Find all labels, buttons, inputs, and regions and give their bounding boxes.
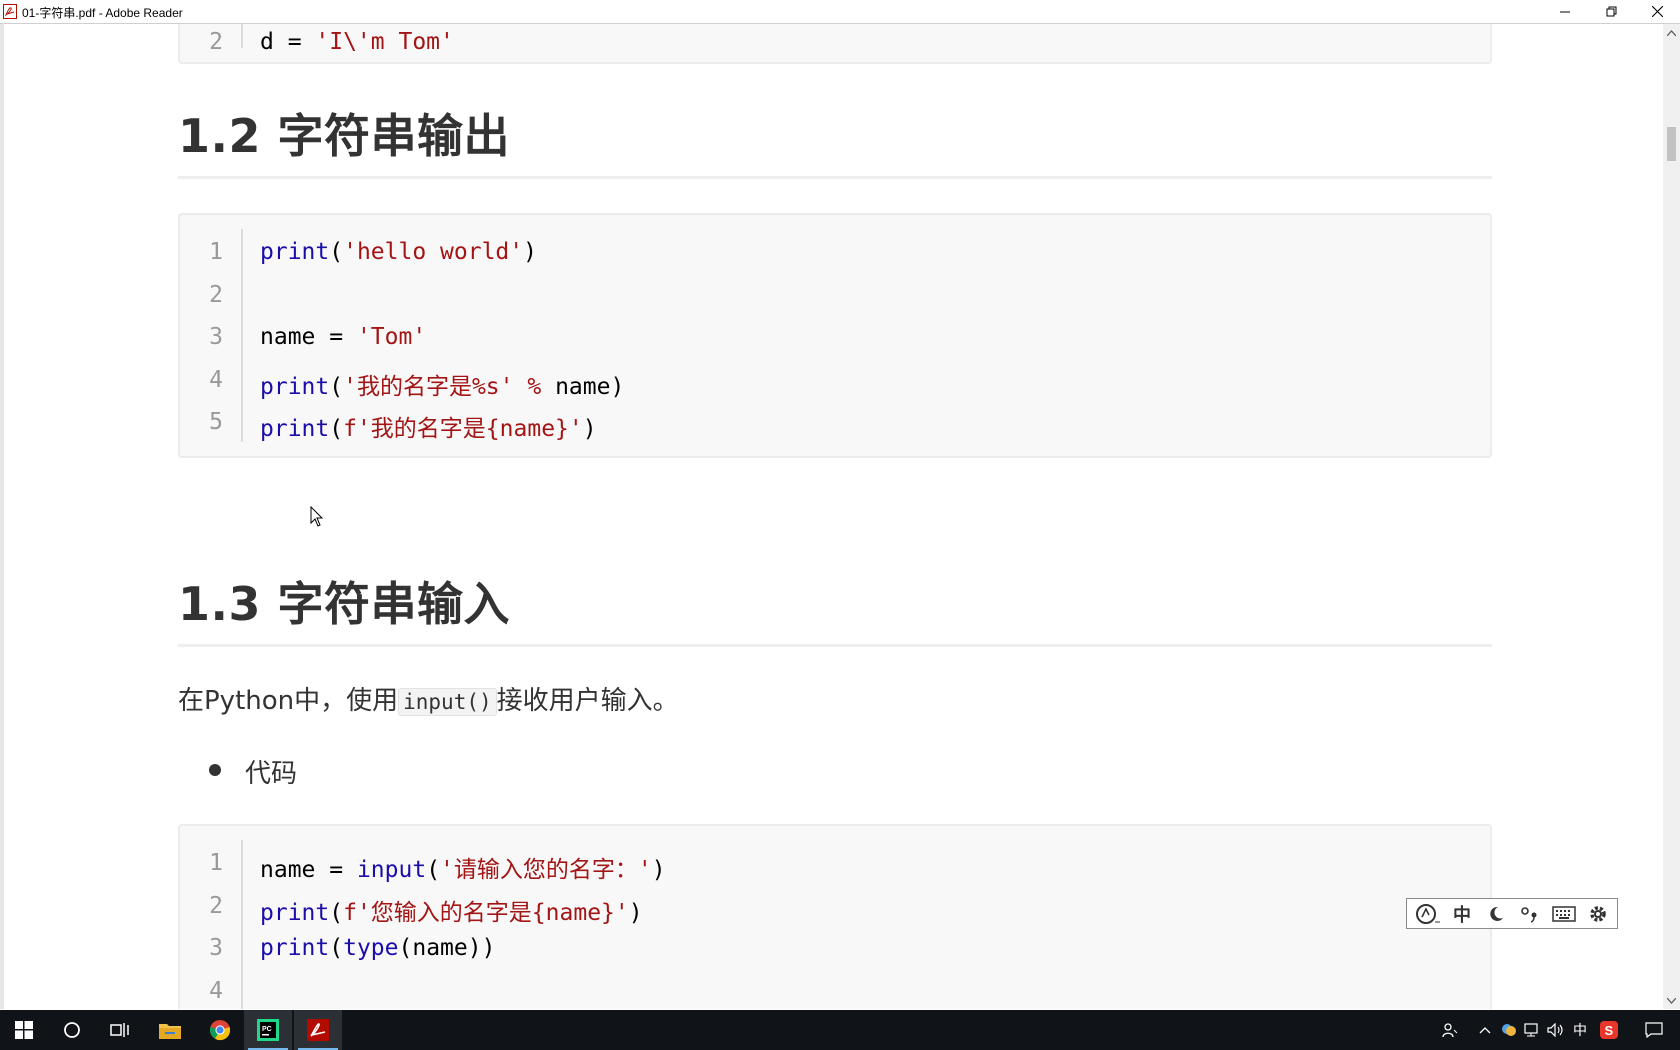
code-line: 3 print(type(name))	[180, 928, 1490, 970]
gear-icon[interactable]	[1583, 900, 1613, 928]
line-number: 2	[209, 29, 223, 55]
code-block-partial: 2 d = 'I\'m Tom'	[178, 24, 1492, 64]
search-button[interactable]	[48, 1010, 96, 1050]
code-line: 1 name = input('请输入您的名字：')	[180, 843, 1490, 885]
sogou-s-icon: S	[1600, 1021, 1618, 1039]
weather-cloud-icon	[1502, 1024, 1516, 1036]
tray-show-hidden[interactable]	[1473, 1010, 1497, 1050]
windows-start-icon	[15, 1021, 33, 1039]
taskbar-chrome[interactable]	[196, 1010, 244, 1050]
code-line: 4 print('我的名字是%s' % name)	[180, 360, 1490, 402]
punctuation-icon[interactable]	[1515, 900, 1545, 928]
file-explorer-icon	[159, 1024, 181, 1039]
line-number: 4	[209, 977, 223, 1004]
chevron-down-icon	[1667, 997, 1676, 1004]
line-number: 2	[209, 892, 223, 919]
notification-center-icon	[1645, 1022, 1663, 1038]
restore-icon	[1606, 6, 1616, 17]
svg-text:S: S	[1605, 1023, 1614, 1038]
section-heading-input: 1.3 字符串输入	[178, 577, 511, 631]
taskbar: PC 中 S	[0, 1010, 1680, 1050]
code-line: 2	[180, 275, 1490, 317]
tray-ime-indicator[interactable]: 中	[1568, 1010, 1592, 1050]
restore-button[interactable]	[1588, 0, 1634, 23]
code-line: 5 print(f'我的名字是{name}')	[180, 402, 1490, 444]
close-button[interactable]	[1634, 0, 1680, 23]
code-text: d = 'I\'m Tom'	[260, 29, 454, 55]
vertical-scrollbar[interactable]	[1663, 24, 1680, 1009]
moon-icon[interactable]	[1481, 900, 1511, 928]
pycharm-icon: PC	[257, 1019, 279, 1041]
pdf-file-icon	[3, 4, 17, 19]
line-number: 1	[209, 850, 223, 876]
heading-rule	[178, 176, 1492, 179]
window-title: 01-字符串.pdf - Adobe Reader	[22, 6, 183, 20]
code-text: print(f'我的名字是{name}')	[260, 416, 597, 442]
adobe-reader-icon	[307, 1019, 329, 1041]
people-icon	[1442, 1023, 1458, 1038]
line-number: 5	[209, 409, 223, 435]
code-text: print(type(name))	[260, 935, 496, 961]
task-view-icon	[110, 1023, 129, 1037]
tray-sogou[interactable]: S	[1594, 1010, 1624, 1050]
line-number: 1	[209, 239, 223, 265]
taskbar-adobe-reader[interactable]	[294, 1010, 342, 1050]
code-text: print('我的名字是%s' % name)	[260, 373, 625, 400]
line-number: 3	[209, 935, 223, 961]
line-number: 4	[209, 366, 223, 393]
start-button[interactable]	[0, 1010, 48, 1050]
paragraph-input-intro: 在Python中，使用 input() 接收用户输入。	[178, 680, 679, 717]
code-block-input: 1 name = input('请输入您的名字：') 2 print(f'您输入的名字…	[178, 824, 1492, 1009]
ime-toolbar[interactable]: 中	[1406, 898, 1618, 929]
mouse-cursor-icon	[310, 506, 324, 527]
taskbar-pycharm[interactable]: PC	[244, 1010, 292, 1050]
code-text: print('hello world')	[260, 239, 537, 265]
keyboard-icon[interactable]	[1549, 900, 1579, 928]
code-line: 2 d = 'I\'m Tom'	[180, 24, 1490, 64]
line-number: 2	[209, 281, 223, 308]
ime-logo-icon[interactable]	[1413, 900, 1443, 928]
chevron-up-icon	[1479, 1027, 1491, 1034]
code-text: name = 'Tom'	[260, 324, 427, 350]
tray-people[interactable]	[1436, 1010, 1464, 1050]
title-bar: 01-字符串.pdf - Adobe Reader	[0, 0, 1680, 24]
scroll-down-button[interactable]	[1663, 992, 1680, 1009]
inline-code: input()	[398, 688, 497, 716]
bullet-dot	[209, 764, 221, 776]
bullet-text: 代码	[245, 759, 298, 789]
scroll-thumb[interactable]	[1667, 127, 1676, 161]
ime-mode-toggle[interactable]: 中	[1447, 900, 1477, 928]
tray-network[interactable]	[1520, 1010, 1544, 1050]
minimize-button[interactable]	[1542, 0, 1588, 23]
para-text: 在Python中，使用	[178, 686, 399, 716]
pdf-page: 2 d = 'I\'m Tom' 1.2 字符串输出 1 print('hello…	[4, 24, 1663, 1009]
task-view-button[interactable]	[96, 1010, 144, 1050]
chevron-up-icon	[1667, 29, 1676, 36]
heading-rule	[178, 644, 1492, 647]
line-number: 3	[209, 324, 223, 350]
search-circle-icon	[64, 1022, 80, 1038]
document-viewer[interactable]: 2 d = 'I\'m Tom' 1.2 字符串输出 1 print('hello…	[0, 24, 1663, 1009]
scroll-up-button[interactable]	[1663, 24, 1680, 41]
minimize-icon	[1559, 11, 1570, 13]
section-heading-output: 1.2 字符串输出	[178, 109, 511, 163]
taskbar-file-explorer[interactable]	[146, 1010, 194, 1050]
tray-volume[interactable]	[1544, 1010, 1568, 1050]
tray-cloud[interactable]	[1498, 1010, 1520, 1050]
network-icon	[1524, 1023, 1538, 1037]
tray-notifications[interactable]	[1634, 1010, 1674, 1050]
svg-text:PC: PC	[262, 1026, 272, 1033]
chrome-icon	[209, 1020, 231, 1041]
code-text: print(f'您输入的名字是{name}')	[260, 899, 643, 926]
close-icon	[1651, 6, 1663, 17]
code-line: 2 print(f'您输入的名字是{name}')	[180, 886, 1490, 928]
code-line: 4	[180, 971, 1490, 1010]
code-text: name = input('请输入您的名字：')	[260, 857, 666, 883]
volume-icon	[1547, 1023, 1563, 1037]
code-block-output: 1 print('hello world') 2 3 name = 'Tom' 4 prin…	[178, 213, 1492, 458]
code-line: 1 print('hello world')	[180, 232, 1490, 274]
code-line: 3 name = 'Tom'	[180, 317, 1490, 359]
para-text: 接收用户输入。	[496, 686, 679, 716]
